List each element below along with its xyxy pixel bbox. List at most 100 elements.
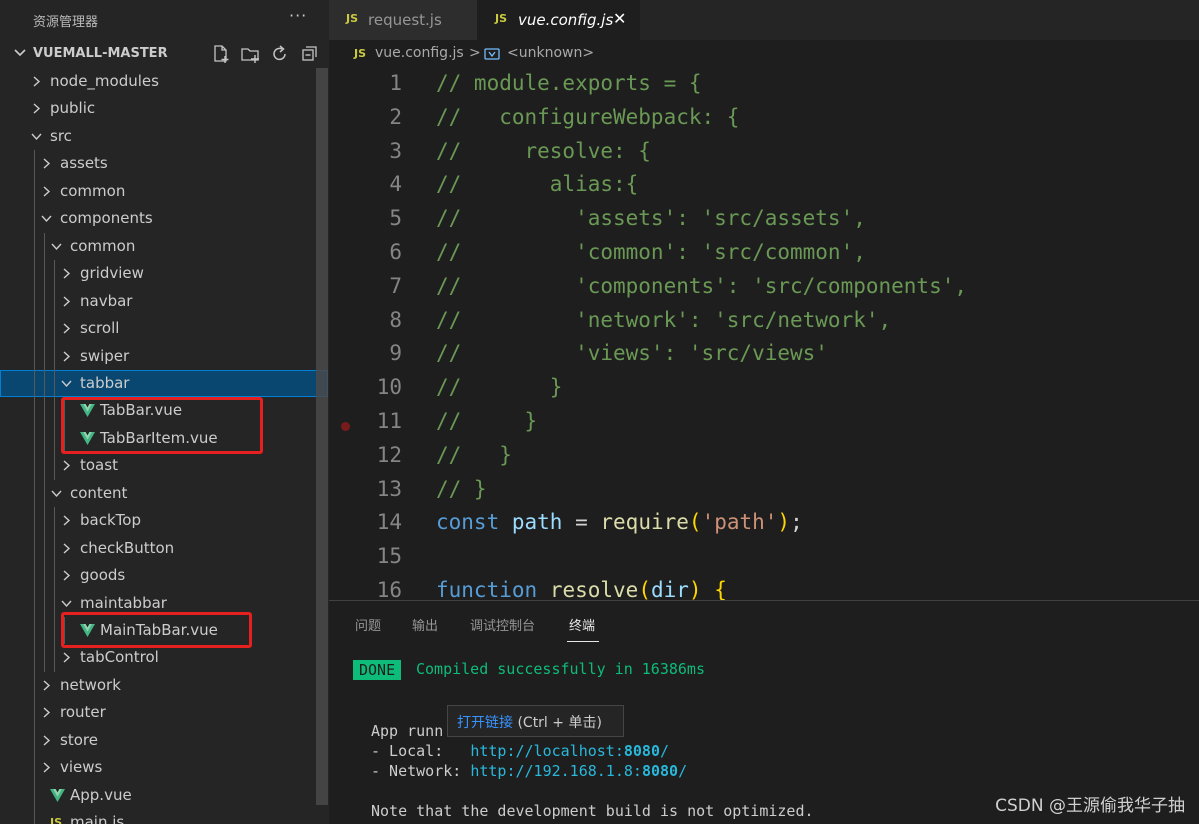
code-line[interactable]: 15: [329, 544, 1199, 578]
chevron-right-icon: [63, 296, 71, 307]
code-line[interactable]: 12 // }: [329, 443, 1199, 477]
js-file-icon: JS: [495, 12, 508, 25]
tree-folder[interactable]: public: [0, 95, 328, 122]
chevron-right-icon: [63, 570, 71, 581]
chevron-right-icon: [63, 351, 71, 362]
note-text: Note that the development build is not o…: [371, 802, 814, 820]
tree-folder[interactable]: navbar: [0, 288, 328, 315]
tree-folder[interactable]: toast: [0, 452, 328, 479]
panel-tab-problems[interactable]: 问题: [355, 615, 381, 634]
chevron-down-icon: [51, 243, 62, 251]
tree-folder[interactable]: tabControl: [0, 644, 328, 671]
indent-guide: [44, 233, 45, 672]
code-line[interactable]: 8 // 'network': 'src/network',: [329, 308, 1199, 342]
tree-file[interactable]: App.vue: [0, 782, 328, 809]
code-area[interactable]: 1 // module.exports = { 2 // configureWebpa…: [329, 68, 1199, 600]
tree-folder[interactable]: components: [0, 205, 328, 232]
line-number: 9: [389, 341, 402, 365]
code-line[interactable]: 2 // configureWebpack: {: [329, 105, 1199, 139]
network-url-link[interactable]: http://192.168.1.8:8080/: [470, 762, 687, 780]
code-line[interactable]: 11 // }: [329, 409, 1199, 443]
tree-item-label: node_modules: [50, 72, 159, 90]
breadcrumb-separator: >: [469, 45, 481, 61]
code-text: // configureWebpack: {: [436, 105, 740, 129]
close-icon[interactable]: ✕: [613, 9, 626, 28]
code-text: const path = require('path');: [436, 510, 803, 534]
tree-folder[interactable]: src: [0, 123, 328, 150]
panel-tab-terminal[interactable]: 终端: [569, 615, 595, 634]
code-text: // module.exports = {: [436, 71, 702, 95]
code-line[interactable]: 5 // 'assets': 'src/assets',: [329, 206, 1199, 240]
code-line[interactable]: 9 // 'views': 'src/views': [329, 341, 1199, 375]
tree-folder[interactable]: gridview: [0, 260, 328, 287]
tree-folder[interactable]: common: [0, 178, 328, 205]
indent-guide: [54, 507, 55, 672]
chevron-down-icon: [31, 133, 42, 141]
project-header[interactable]: VUEMALL-MASTER: [0, 42, 329, 66]
tree-folder[interactable]: checkButton: [0, 535, 328, 562]
code-line[interactable]: 13 // }: [329, 477, 1199, 511]
code-text: // }: [436, 477, 487, 501]
panel-tab-output[interactable]: 输出: [412, 615, 438, 634]
line-number: 11: [376, 409, 402, 433]
open-link-action[interactable]: 打开链接: [457, 715, 513, 731]
code-line[interactable]: 10 // }: [329, 375, 1199, 409]
tree-folder[interactable]: views: [0, 754, 328, 781]
tree-item-label: components: [60, 209, 153, 227]
tree-folder[interactable]: scroll: [0, 315, 328, 342]
local-url-link[interactable]: http://localhost:8080/: [470, 742, 669, 760]
code-line[interactable]: 7 // 'components': 'src/components',: [329, 274, 1199, 308]
tab-request-js[interactable]: JS request.js: [329, 0, 477, 40]
chevron-down-icon: [61, 380, 72, 388]
tree-folder[interactable]: tabbar: [0, 370, 328, 397]
tree-folder[interactable]: node_modules: [0, 68, 328, 95]
tree-item-label: tabControl: [80, 648, 159, 666]
tree-file[interactable]: JS main.js: [0, 809, 328, 824]
panel-tab-debug-console[interactable]: 调试控制台: [470, 615, 535, 634]
chevron-right-icon: [63, 515, 71, 526]
tree-item-label: tabbar: [80, 374, 130, 392]
tree-folder[interactable]: network: [0, 672, 328, 699]
tree-item-label: views: [60, 758, 103, 776]
line-number: 5: [389, 206, 402, 230]
code-line[interactable]: 1 // module.exports = {: [329, 71, 1199, 105]
code-line[interactable]: 16 function resolve(dir) {: [329, 578, 1199, 600]
tree-folder[interactable]: swiper: [0, 343, 328, 370]
tree-item-label: toast: [80, 456, 118, 474]
highlight-box-tabbar-files: [61, 397, 263, 454]
code-line[interactable]: 6 // 'common': 'src/common',: [329, 240, 1199, 274]
explorer-scrollbar[interactable]: [316, 68, 328, 805]
tree-folder[interactable]: backTop: [0, 507, 328, 534]
symbol-variable-icon: [484, 48, 500, 60]
tab-vue-config-js[interactable]: JS vue.config.js ✕: [477, 0, 640, 40]
new-file-icon[interactable]: [211, 44, 231, 64]
code-line[interactable]: 3 // resolve: {: [329, 139, 1199, 173]
refresh-icon[interactable]: [270, 44, 290, 64]
chevron-right-icon: [43, 680, 51, 691]
chevron-down-icon: [14, 49, 26, 57]
line-number: 1: [389, 71, 402, 95]
tree-folder[interactable]: store: [0, 727, 328, 754]
breadcrumb-symbol[interactable]: <unknown>: [507, 45, 594, 61]
explorer-title: 资源管理器: [33, 15, 99, 30]
tree-folder[interactable]: content: [0, 480, 328, 507]
chevron-right-icon: [63, 268, 71, 279]
editor: JS request.js JS vue.config.js ✕ JS vue.…: [329, 0, 1199, 600]
tree-folder[interactable]: common: [0, 233, 328, 260]
chevron-right-icon: [43, 186, 51, 197]
new-folder-icon[interactable]: [240, 44, 260, 64]
local-url-slash: /: [660, 742, 670, 760]
more-actions-icon[interactable]: ···: [289, 6, 307, 25]
tree-folder[interactable]: goods: [0, 562, 328, 589]
collapse-all-icon[interactable]: [300, 44, 320, 64]
tree-folder[interactable]: assets: [0, 150, 328, 177]
code-text: // resolve: {: [436, 139, 651, 163]
tree-folder[interactable]: router: [0, 699, 328, 726]
code-line[interactable]: 4 // alias:{: [329, 172, 1199, 206]
line-number: 14: [376, 510, 402, 534]
explorer-sidebar: 资源管理器 ··· VUEMALL-MASTER node_modulespub…: [0, 0, 329, 824]
tree-item-label: goods: [80, 566, 126, 584]
breadcrumb-file[interactable]: vue.config.js: [375, 45, 464, 61]
code-line[interactable]: 14 const path = require('path');: [329, 510, 1199, 544]
network-url: http://192.168.1.8:: [470, 762, 642, 780]
